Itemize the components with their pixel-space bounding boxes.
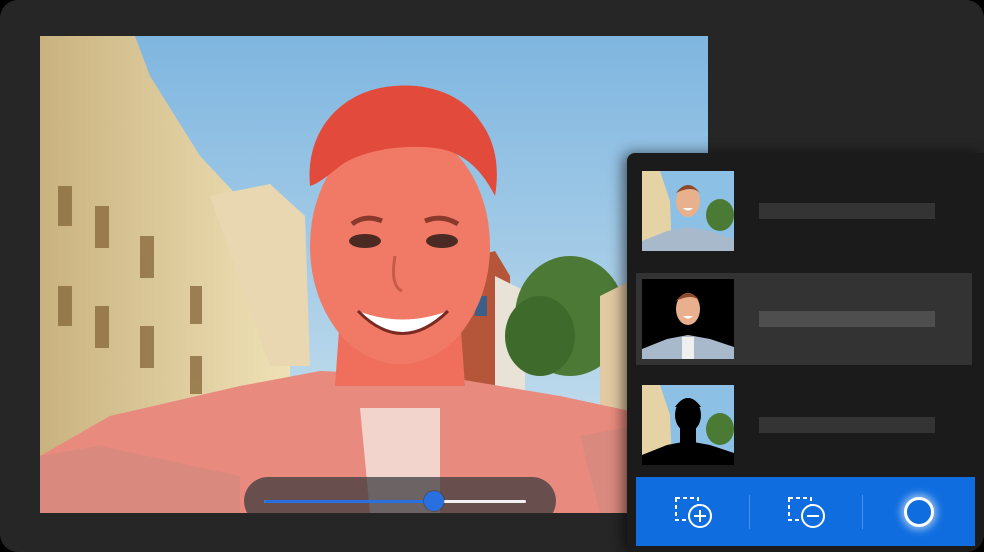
add-selection-button[interactable] [636,477,749,546]
subtract-selection-button[interactable] [749,477,862,546]
slider-thumb[interactable] [424,491,445,511]
layers-panel [627,153,984,552]
photo-canvas[interactable] [40,36,708,513]
layer-thumbnail-subject-on-black [642,279,734,359]
layer-row-original[interactable] [636,165,972,257]
selection-toolbar [636,477,975,546]
selfie-photo [40,36,708,513]
slider-track[interactable] [264,491,526,511]
mask-opacity-slider[interactable] [244,477,556,513]
slider-fill [264,500,435,503]
layer-thumbnail-silhouette [642,385,734,465]
brush-tool-button[interactable] [862,477,975,546]
layer-label-placeholder [759,311,935,327]
add-selection-icon [674,496,712,528]
layer-row-silhouette[interactable] [636,379,972,471]
subtract-selection-icon [787,496,825,528]
layer-label-placeholder [759,203,935,219]
layer-label-placeholder [759,417,935,433]
app-window [0,0,984,552]
layer-thumbnail-original [642,171,734,251]
brush-circle-icon [903,496,934,527]
layer-row-subject-on-black[interactable] [636,273,972,365]
